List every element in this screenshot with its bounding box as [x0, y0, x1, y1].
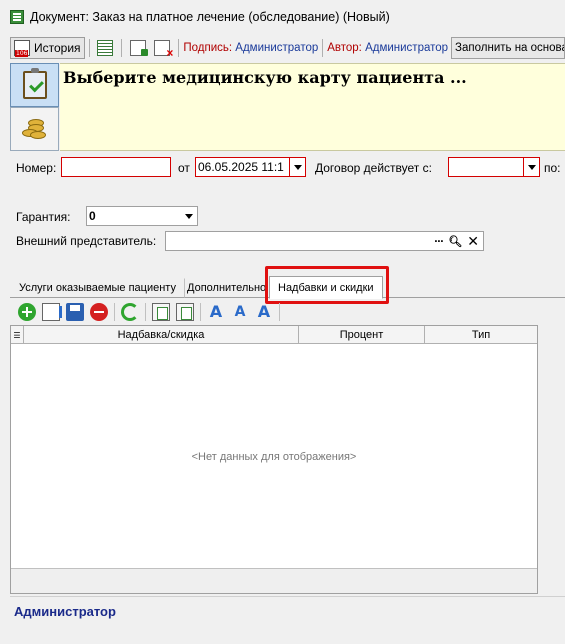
author-value: Администратор — [365, 42, 449, 54]
contract-to-label: по: — [544, 161, 561, 175]
order-form: Номер: от 06.05.2025 11:1 Договор действ… — [0, 152, 565, 272]
grid-toolbar-separator — [145, 303, 146, 321]
chevron-down-icon — [185, 213, 193, 219]
search-icon[interactable]: 🔍︎ — [448, 235, 462, 248]
tab-services[interactable]: Услуги оказываемые пациенту — [10, 278, 185, 298]
representative-actions: ··· 🔍︎ ✕ — [434, 232, 479, 250]
toolbar-separator — [322, 39, 324, 57]
signature-info: Подпись: Администратор — [183, 42, 318, 54]
font-reset-icon[interactable]: A — [255, 303, 273, 321]
date-dropdown-button[interactable] — [289, 158, 305, 176]
date-input[interactable]: 06.05.2025 11:1 — [195, 157, 306, 177]
signature-key: Подпись: — [183, 42, 233, 54]
empty-grid-message: <Нет данных для отображения> — [191, 451, 357, 463]
history-button-label: История — [34, 41, 81, 55]
medical-card-button[interactable] — [10, 63, 59, 107]
guarantee-select[interactable]: 0 — [86, 206, 198, 226]
tab-additional[interactable]: Дополнительно — [178, 278, 268, 298]
font-decrease-icon[interactable]: A — [231, 303, 249, 321]
column-chooser-icon[interactable]: ☰ — [11, 326, 24, 344]
document-app-icon — [10, 10, 24, 24]
add-row-icon[interactable] — [18, 303, 36, 321]
column-header-type[interactable]: Тип — [425, 326, 537, 344]
grid-toolbar-separator — [200, 303, 201, 321]
tab-surcharges-discounts[interactable]: Надбавки и скидки — [269, 276, 383, 299]
copy-grid-icon[interactable] — [152, 303, 170, 321]
font-increase-icon[interactable]: A — [207, 303, 225, 321]
toolbar-separator — [88, 39, 90, 57]
grid-header: ☰ Надбавка/скидка Процент Тип — [11, 326, 537, 344]
chevron-down-icon — [527, 164, 536, 170]
column-header-percent[interactable]: Процент — [299, 326, 425, 344]
window-title: Документ: Заказ на платное лечение (обсл… — [30, 10, 390, 24]
delete-row-icon[interactable] — [90, 303, 108, 321]
grid-toolbar-separator — [114, 303, 115, 321]
contract-from-label: Договор действует с: — [315, 161, 432, 175]
author-key: Автор: — [327, 42, 362, 54]
author-info: Автор: Администратор — [327, 42, 448, 54]
document-sign-icon — [130, 40, 149, 56]
number-input[interactable] — [61, 157, 171, 177]
refresh-icon[interactable] — [121, 303, 139, 321]
fill-based-on-button[interactable]: Заполнить на основа — [451, 37, 565, 59]
title-bar: Документ: Заказ на платное лечение (обсл… — [0, 0, 565, 34]
document-unsign-icon — [154, 40, 173, 60]
representative-label: Внешний представитель: — [16, 234, 157, 248]
patient-banner[interactable]: Выберите медицинскую карту пациента ... — [60, 63, 565, 151]
status-bar: Администратор — [10, 596, 565, 626]
save-icon[interactable] — [66, 303, 84, 321]
calculator-button[interactable] — [93, 37, 117, 59]
main-toolbar: История Подпись: Администратор Автор: Ад… — [10, 36, 565, 60]
clear-icon[interactable]: ✕ — [467, 233, 479, 250]
guarantee-dropdown-button[interactable] — [181, 207, 197, 225]
history-button[interactable]: История — [10, 37, 85, 59]
clipboard-check-icon — [22, 68, 47, 99]
contract-from-dropdown-button[interactable] — [523, 158, 539, 176]
surcharges-grid: ☰ Надбавка/скидка Процент Тип <Нет данны… — [10, 325, 538, 594]
unsign-document-button[interactable] — [150, 37, 174, 60]
number-label: Номер: — [16, 161, 57, 175]
guarantee-label: Гарантия: — [16, 210, 71, 224]
grid-footer — [11, 568, 537, 593]
edit-row-icon[interactable] — [42, 303, 62, 321]
toolbar-separator — [178, 39, 180, 57]
column-header-surcharge[interactable]: Надбавка/скидка — [24, 326, 299, 344]
representative-input[interactable]: ··· 🔍︎ ✕ — [165, 231, 484, 251]
guarantee-value: 0 — [89, 209, 96, 223]
payment-button[interactable] — [10, 107, 59, 151]
document-tabs: Услуги оказываемые пациенту Дополнительн… — [10, 274, 565, 299]
calendar-history-icon — [14, 40, 30, 57]
left-rail — [10, 63, 59, 151]
ellipsis-icon[interactable]: ··· — [434, 234, 444, 248]
date-from-label: от — [178, 161, 190, 175]
grid-toolbar-separator — [279, 303, 280, 321]
calculator-icon — [97, 40, 114, 56]
contract-from-input[interactable] — [448, 157, 540, 177]
current-user: Администратор — [14, 604, 116, 619]
chevron-down-icon — [293, 164, 302, 170]
toolbar-separator — [121, 39, 123, 57]
document-window: Документ: Заказ на платное лечение (обсл… — [0, 0, 565, 644]
select-medical-card-prompt[interactable]: Выберите медицинскую карту пациента ... — [63, 68, 467, 87]
signature-value: Администратор — [235, 42, 319, 54]
coins-icon — [21, 117, 48, 141]
sign-document-button[interactable] — [126, 37, 150, 59]
export-grid-icon[interactable] — [176, 303, 194, 321]
date-value: 06.05.2025 11:1 — [198, 160, 284, 174]
grid-toolbar: A A A — [10, 300, 565, 324]
